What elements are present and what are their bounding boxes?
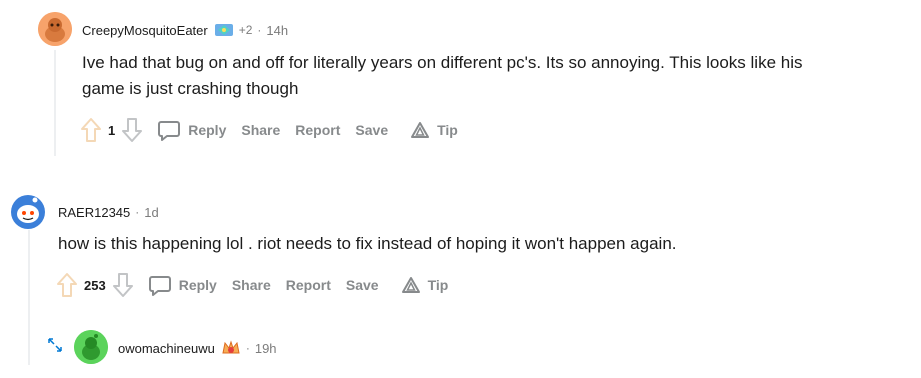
share-label: Share	[241, 122, 281, 138]
separator: ·	[245, 341, 250, 355]
share-label: Share	[231, 277, 271, 293]
tip-button[interactable]: Tip	[410, 121, 458, 139]
report-button[interactable]: Report	[295, 122, 340, 138]
comment-header: owomachineuwu · 19h	[118, 338, 277, 358]
thread-line-1[interactable]	[54, 50, 56, 156]
snoo-avatar-icon	[11, 195, 45, 229]
downvote-arrow-icon[interactable]	[121, 117, 143, 143]
flair-icon	[214, 21, 234, 39]
save-label: Save	[355, 122, 389, 138]
comment-header: CreepyMosquitoEater +2 · 14h	[82, 20, 288, 40]
flair-count: +2	[238, 23, 253, 37]
comment-body-line: Ive had that bug on and off for literall…	[82, 53, 803, 72]
upvote-arrow-icon[interactable]	[56, 272, 78, 298]
tip-triangle-icon	[401, 277, 420, 293]
comment-body: Ive had that bug on and off for literall…	[82, 50, 803, 102]
expand-arrows-icon[interactable]	[46, 336, 64, 359]
speech-bubble-icon	[148, 276, 171, 296]
share-button[interactable]: Share	[232, 277, 271, 293]
avatar[interactable]	[74, 330, 108, 364]
thread-line-2[interactable]	[28, 228, 30, 365]
reply-label: Reply	[188, 122, 227, 138]
timestamp[interactable]: 19h	[255, 341, 277, 356]
reply-label: Reply	[178, 277, 217, 293]
vote-score: 253	[84, 277, 106, 293]
tip-label: Tip	[437, 122, 458, 138]
report-label: Report	[295, 122, 341, 138]
upvote-arrow-icon[interactable]	[80, 117, 102, 143]
timestamp[interactable]: 14h	[266, 23, 288, 38]
tip-triangle-icon	[411, 122, 430, 138]
comment-header: RAER12345 · 1d	[58, 202, 159, 222]
avatar[interactable]	[38, 12, 72, 46]
speech-bubble-icon	[158, 121, 181, 141]
save-button[interactable]: Save	[355, 122, 388, 138]
username[interactable]: RAER12345	[58, 205, 130, 220]
snoo-avatar-icon	[38, 12, 72, 46]
downvote-arrow-icon[interactable]	[112, 272, 134, 298]
reply-button[interactable]: Reply	[157, 118, 226, 142]
separator: ·	[257, 23, 262, 37]
comment-actions: 253 Reply Share Report Save Tip	[56, 270, 448, 300]
share-button[interactable]: Share	[241, 122, 280, 138]
comment-actions: 1 Reply Share Report Save Tip	[80, 115, 458, 145]
save-label: Save	[345, 277, 379, 293]
save-button[interactable]: Save	[346, 277, 379, 293]
vote-score: 1	[108, 122, 116, 138]
avatar[interactable]	[10, 194, 46, 230]
tip-label: Tip	[427, 277, 449, 293]
flair-icon	[221, 339, 241, 357]
report-label: Report	[285, 277, 331, 293]
vote-group: 253	[56, 272, 134, 298]
reply-button[interactable]: Reply	[148, 273, 217, 297]
comment-body: how is this happening lol . riot needs t…	[58, 231, 677, 257]
separator: ·	[135, 205, 140, 219]
username[interactable]: CreepyMosquitoEater	[82, 23, 208, 38]
username[interactable]: owomachineuwu	[118, 341, 215, 356]
report-button[interactable]: Report	[286, 277, 331, 293]
tip-button[interactable]: Tip	[401, 276, 449, 294]
snoo-avatar-icon	[74, 330, 108, 364]
comment-body-line: how is this happening lol . riot needs t…	[58, 234, 677, 253]
timestamp[interactable]: 1d	[144, 205, 158, 220]
comment-body-line: game is just crashing though	[82, 79, 299, 98]
vote-group: 1	[80, 117, 143, 143]
